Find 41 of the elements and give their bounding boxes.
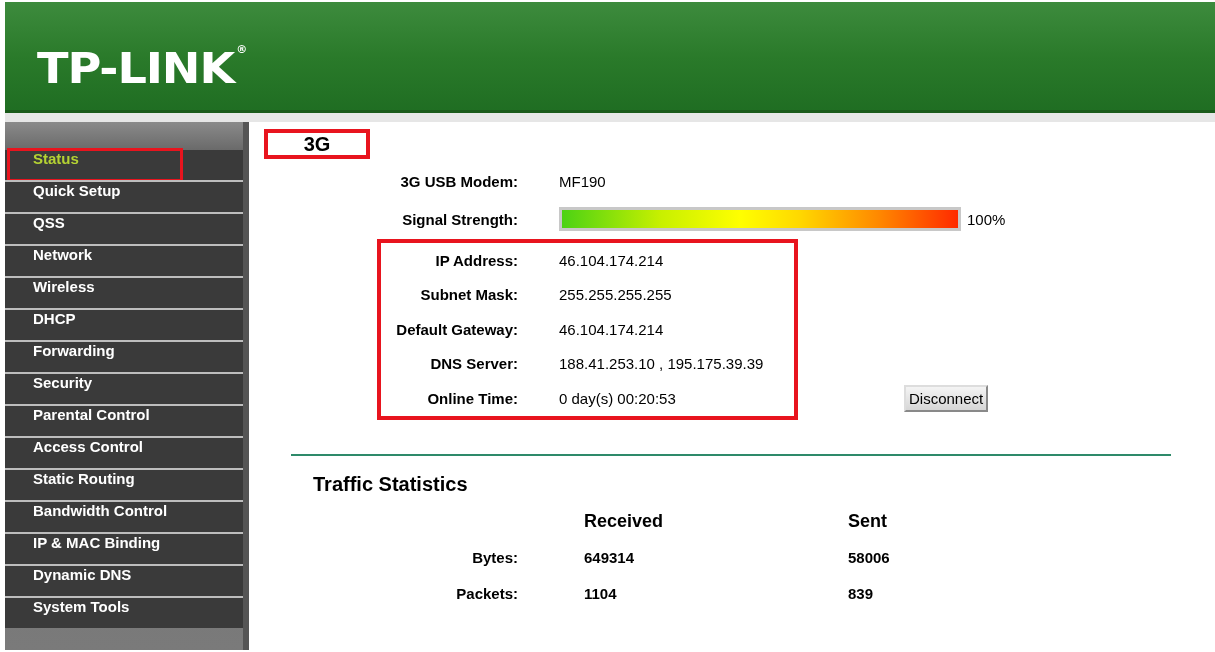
table-cell-text: 649314 [584, 549, 636, 566]
menu-item[interactable]: QSS [5, 212, 243, 244]
section-title: 3G [264, 129, 370, 159]
table-cell-text: 58006 [848, 549, 891, 566]
row-label: Packets: [456, 585, 518, 602]
menu-item[interactable]: Parental Control [5, 404, 243, 436]
table-cell-text: 1104 [584, 585, 618, 602]
menu-item[interactable]: Network [5, 244, 243, 276]
field-value: 46.104.174.214 [559, 320, 664, 338]
field-value: 46.104.174.214 [559, 251, 664, 269]
column-header: Received [584, 511, 665, 532]
field-label: Signal Strength: [402, 210, 518, 228]
menu-item[interactable]: Dynamic DNS [5, 564, 243, 596]
row-label: Bytes: [472, 549, 518, 566]
menu-item[interactable]: Status [5, 150, 243, 180]
menu-item[interactable]: Wireless [5, 276, 243, 308]
field-value: 0 day(s) 00:20:53 [559, 389, 676, 407]
table-cell-text: 839 [848, 585, 875, 602]
field-value: MF190 [559, 172, 606, 190]
menu-item[interactable]: DHCP [5, 308, 243, 340]
field-label: 3G USB Modem: [400, 172, 518, 190]
menu-item[interactable]: IP & MAC Binding [5, 532, 243, 564]
field-label: IP Address: [435, 251, 518, 269]
field-label: DNS Server: [430, 355, 518, 373]
field-label: Online Time: [427, 389, 518, 407]
menu-item[interactable]: Forwarding [5, 340, 243, 372]
disconnect-button[interactable]: Disconnect [904, 384, 989, 412]
menu-item[interactable]: System Tools [5, 596, 243, 628]
menu-item[interactable]: Quick Setup [5, 180, 243, 212]
menu-item[interactable]: Security [5, 372, 243, 404]
menu-item[interactable]: Bandwidth Control [5, 500, 243, 532]
signal-reading: 100% [967, 210, 1006, 228]
field-label: Subnet Mask: [420, 286, 518, 304]
tp-link-logo: TP-LINK$^{®}$ [37, 44, 247, 93]
field-label: Default Gateway: [396, 320, 518, 338]
column-header: Sent [848, 511, 888, 532]
menu-item[interactable]: Access Control [5, 436, 243, 468]
field-value: 255.255.255.255 [559, 286, 672, 304]
field-value: 188.41.253.10 , 195.175.39.39 [559, 355, 764, 373]
section-heading: Traffic Statistics [313, 472, 469, 497]
menu-item[interactable]: Static Routing [5, 468, 243, 500]
